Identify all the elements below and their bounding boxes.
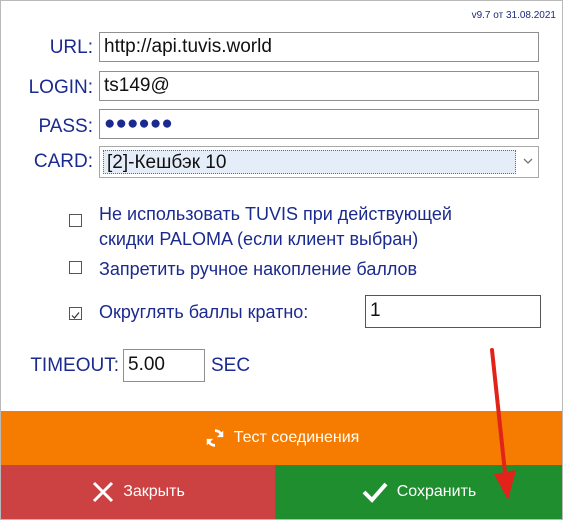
card-select-value: [2]-Кешбэк 10 (103, 150, 516, 174)
url-field[interactable]: http://api.tuvis.world (99, 32, 539, 62)
no-tuvis-label-line2: скидки PALOMA (если клиент выбран) (99, 229, 419, 249)
pass-label: PASS: (38, 116, 93, 137)
timeout-input[interactable]: 5.00 (123, 349, 205, 382)
checkmark-icon (362, 482, 388, 503)
round-checkbox[interactable] (69, 307, 82, 320)
close-icon (93, 481, 114, 503)
url-label: URL: (49, 37, 93, 58)
close-label: Закрыть (123, 483, 185, 500)
no-tuvis-checkbox[interactable] (69, 214, 82, 227)
login-label: LOGIN: (28, 77, 93, 98)
password-field[interactable]: ●●●●●● (99, 109, 539, 139)
checkmark-icon (71, 312, 80, 319)
save-button[interactable]: Сохранить (275, 465, 562, 519)
save-label: Сохранить (396, 483, 477, 500)
round-label: Округлять баллы кратно: (99, 302, 309, 322)
timeout-unit: SEC (211, 355, 251, 376)
refresh-icon (206, 429, 223, 447)
chevron-down-icon (523, 158, 533, 164)
close-button[interactable]: Закрыть (1, 465, 275, 519)
no-manual-label: Запретить ручное накопление баллов (99, 259, 418, 279)
login-field[interactable]: ts149@ (99, 71, 539, 101)
round-value-input[interactable]: 1 (365, 295, 541, 328)
test-connection-label: Тест соединения (233, 429, 360, 446)
card-label: CARD: (33, 151, 93, 172)
version-label: v9.7 от 31.08.2021 (471, 10, 556, 21)
no-tuvis-label-line1: Не использовать TUVIS при действующей (99, 204, 452, 224)
no-manual-checkbox[interactable] (69, 261, 82, 274)
timeout-label: TIMEOUT: (30, 355, 119, 376)
card-select[interactable]: [2]-Кешбэк 10 (99, 146, 539, 178)
test-connection-button[interactable]: Тест соединения (1, 411, 562, 465)
